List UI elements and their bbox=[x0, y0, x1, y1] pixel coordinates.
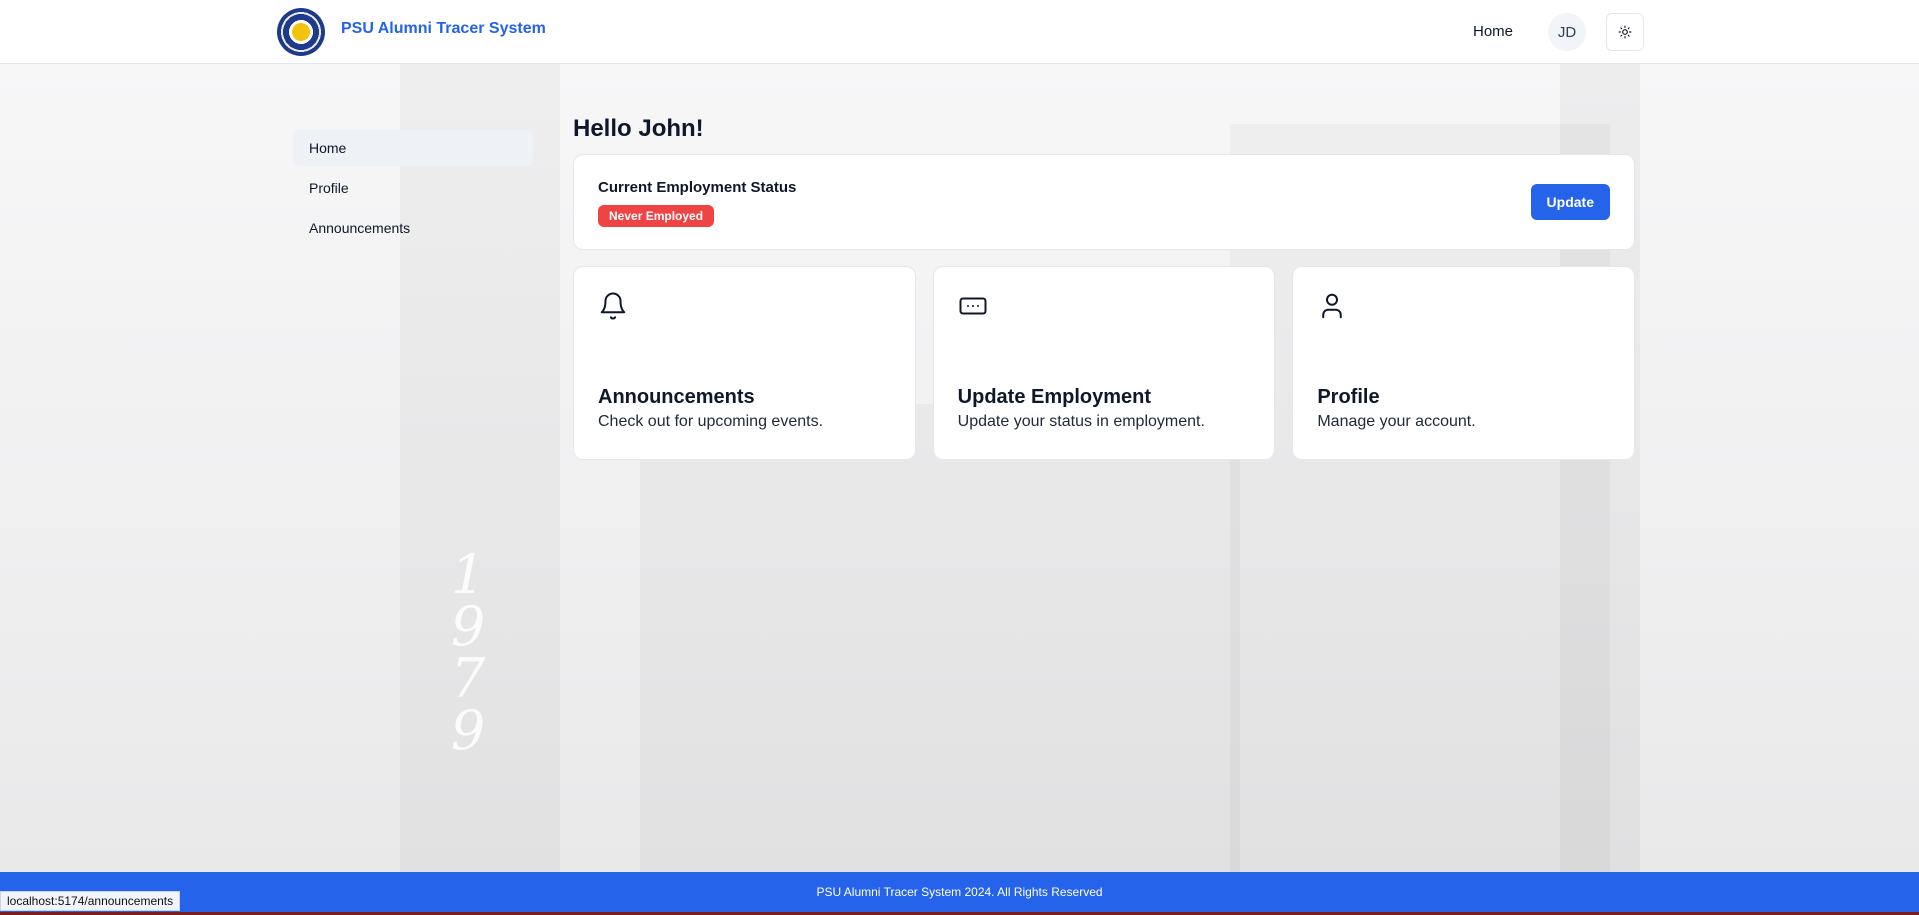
main-content: Hello John! Current Employment Status Ne… bbox=[573, 110, 1636, 460]
card-description: Update your status in employment. bbox=[957, 413, 1205, 430]
brand-title[interactable]: PSU Alumni Tracer System bbox=[341, 20, 546, 38]
footer: PSU Alumni Tracer System 2024. All Right… bbox=[0, 872, 1919, 915]
message-dots-icon bbox=[959, 297, 987, 315]
quick-links: Announcements Check out for upcoming eve… bbox=[573, 266, 1636, 460]
update-status-button[interactable]: Update bbox=[1530, 184, 1610, 220]
profile-card[interactable]: Profile Manage your account. bbox=[1292, 266, 1636, 460]
card-title: Profile bbox=[1317, 386, 1380, 408]
user-icon bbox=[1322, 293, 1343, 319]
nav-home-link[interactable]: Home bbox=[1473, 23, 1513, 40]
user-avatar[interactable]: JD bbox=[1548, 13, 1586, 51]
building-facade bbox=[640, 404, 1240, 872]
sidebar-item-announcements[interactable]: Announcements bbox=[293, 210, 533, 246]
top-navbar: PSU Alumni Tracer System Home JD bbox=[0, 0, 1919, 64]
bell-icon bbox=[600, 292, 626, 320]
card-description: Manage your account. bbox=[1317, 413, 1476, 430]
page-title: Hello John! bbox=[573, 115, 704, 142]
card-description: Check out for upcoming events. bbox=[598, 413, 824, 430]
card-title: Announcements bbox=[598, 386, 755, 408]
employment-status-card: Current Employment Status Never Employed… bbox=[573, 154, 1635, 250]
browser-status-url: localhost:5174/announcements bbox=[0, 891, 181, 911]
update-employment-card[interactable]: Update Employment Update your status in … bbox=[932, 266, 1276, 460]
sun-icon bbox=[1618, 25, 1632, 39]
psu-logo[interactable] bbox=[277, 8, 325, 56]
card-title: Update Employment bbox=[957, 386, 1152, 408]
theme-toggle-button[interactable] bbox=[1606, 13, 1644, 51]
sidebar-item-home[interactable]: Home bbox=[293, 130, 533, 166]
announcements-card[interactable]: Announcements Check out for upcoming eve… bbox=[573, 266, 916, 460]
employment-status-title: Current Employment Status bbox=[598, 179, 797, 196]
building-year-text: 1979 bbox=[450, 543, 486, 762]
sidebar: Home Profile Announcements bbox=[293, 130, 533, 250]
sidebar-item-profile[interactable]: Profile bbox=[293, 170, 533, 206]
status-badge: Never Employed bbox=[598, 205, 715, 227]
footer-text: PSU Alumni Tracer System 2024. All Right… bbox=[816, 884, 1103, 899]
